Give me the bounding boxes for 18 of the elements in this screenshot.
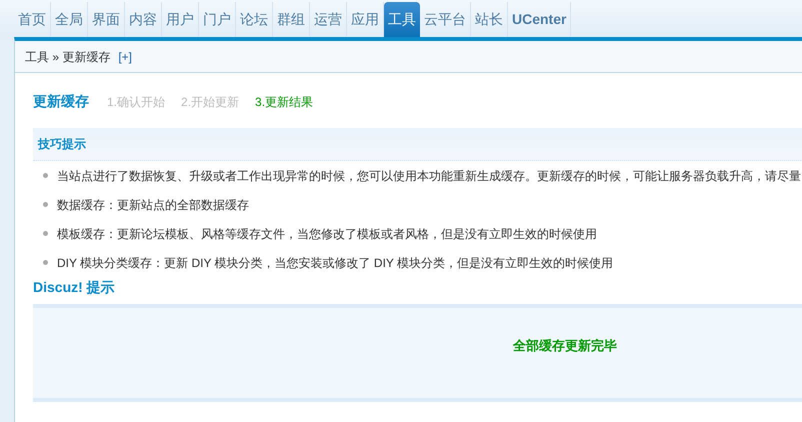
tips-title: 技巧提示 bbox=[38, 136, 86, 153]
step-label: 1.确认开始 bbox=[107, 94, 166, 110]
step-label: 3.更新结果 bbox=[255, 94, 314, 110]
tip-text: 模板缓存：更新论坛模板、风格等缓存文件，当您修改了模板或者风格，但是没有立即生效的时候使用 bbox=[57, 226, 597, 242]
bullet-icon bbox=[43, 202, 48, 207]
add-link[interactable]: [+] bbox=[118, 48, 132, 66]
tip-text: 当站点进行了数据恢复、升级或者工作出现异常的时候，您可以使用本功能重新生成缓存。更新缓存的时候，可能让服务器负载升高，请尽量 bbox=[57, 168, 801, 184]
notice-title: Discuz! 提示 bbox=[33, 278, 116, 296]
breadcrumb: 工具 » 更新缓存 bbox=[25, 48, 110, 66]
nav-tab[interactable]: 工具 bbox=[384, 2, 420, 37]
step-label: 2.开始更新 bbox=[181, 94, 240, 110]
message-text: 全部缓存更新完毕 bbox=[513, 337, 617, 356]
page-title: 更新缓存 bbox=[33, 92, 89, 111]
bullet-icon bbox=[43, 173, 48, 178]
tip-text: DIY 模块分类缓存：更新 DIY 模块分类，当您安装或修改了 DIY 模块分类，但是没有立即生效的时候使用 bbox=[57, 254, 614, 272]
tip-text: 数据缓存：更新站点的全部数据缓存 bbox=[57, 196, 249, 214]
bullet-icon bbox=[43, 231, 48, 236]
bullet-icon bbox=[43, 260, 48, 265]
